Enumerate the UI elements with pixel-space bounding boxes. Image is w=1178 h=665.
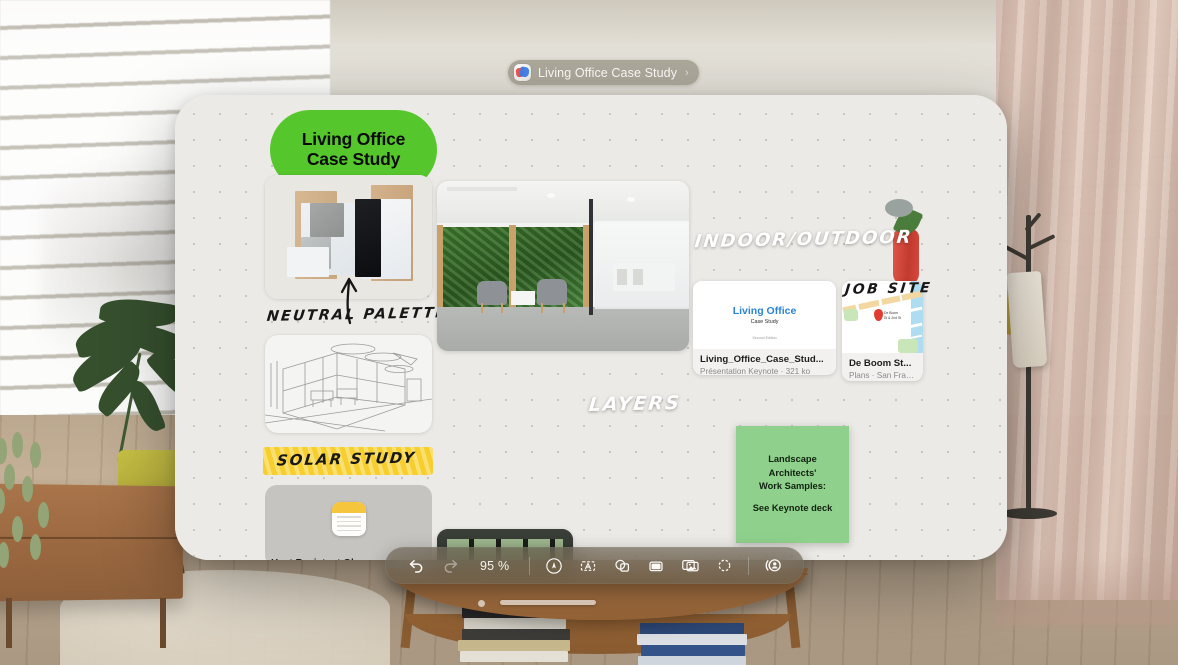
keynote-thumb-footer: Second Edition <box>752 336 777 340</box>
annotation-job-site[interactable]: JOB SITE <box>844 280 933 298</box>
notes-app-icon <box>331 502 366 537</box>
redo-button[interactable] <box>433 551 467 581</box>
annotation-layers[interactable]: LAYERS <box>588 392 682 416</box>
note-card-label: Heat Resistant Glass <box>271 558 371 560</box>
share-button[interactable] <box>756 551 790 581</box>
window-title: Living Office Case Study <box>538 65 678 80</box>
freeform-app-icon <box>514 64 531 81</box>
sticky-line-3: Work Samples: <box>759 481 826 491</box>
map-file-name: De Boom St... <box>849 358 912 369</box>
keynote-thumb-subtitle: Case Study <box>750 319 779 325</box>
text-box-icon <box>581 560 596 571</box>
undo-arrow-icon <box>409 559 422 573</box>
annotation-indoor-outdoor[interactable]: INDOOR/OUTDOOR <box>694 227 914 253</box>
window-resize-dot[interactable] <box>478 600 485 607</box>
keynote-thumbnail: Living Office Case Study Second Edition <box>693 281 836 349</box>
toolbar-divider <box>529 556 531 575</box>
annotation-neutral-palette[interactable]: NEUTRAL PALETTE <box>266 305 448 325</box>
board-canvas[interactable]: Living Office Case Study NEUTRAL PALETTE… <box>175 95 1007 560</box>
curtain-hem <box>996 555 1178 625</box>
media-tool[interactable] <box>673 551 707 581</box>
map-file-meta: Plans · San Fran... <box>849 371 916 380</box>
pen-in-circle-icon <box>546 557 563 574</box>
window-title-chip[interactable]: Living Office Case Study › <box>508 60 699 85</box>
xr-screen: Living Office Case Study › Living Office… <box>0 0 1178 665</box>
freeform-toolbar[interactable]: 95 % <box>385 547 805 584</box>
zoom-level-label[interactable]: 95 % <box>467 559 522 573</box>
freeform-window[interactable]: Living Office Case Study NEUTRAL PALETTE… <box>175 95 1007 560</box>
keynote-file-meta: Présentation Keynote · 321 ko <box>700 367 811 375</box>
annotation-solar-study[interactable]: SOLAR STUDY <box>276 449 417 470</box>
selection-tool[interactable] <box>707 551 741 581</box>
chevron-right-icon[interactable]: › <box>685 67 689 79</box>
redo-arrow-icon <box>444 559 457 573</box>
shape-tool[interactable] <box>605 551 639 581</box>
palm-frond <box>127 377 167 435</box>
pen-tool[interactable] <box>537 551 571 581</box>
map-pin-label: St & 2nd St <box>884 316 902 320</box>
window-resize-grabber[interactable] <box>500 600 596 605</box>
sticky-line-4: See Keynote deck <box>752 503 833 514</box>
sticky-note-tool[interactable] <box>639 551 673 581</box>
sticky-line-2: Architects' <box>768 467 817 478</box>
coat-rack-base <box>1001 508 1057 519</box>
living-wall-office-photo[interactable] <box>437 181 689 351</box>
map-pin-label: De Boom <box>884 311 899 315</box>
photo-stack-icon <box>681 559 699 572</box>
credenza-leg <box>6 598 12 648</box>
board-title-line-1: Living Office <box>301 129 406 150</box>
keynote-file-card[interactable]: Living Office Case Study Second Edition … <box>693 281 836 375</box>
dashed-circle-icon <box>718 559 731 572</box>
keynote-thumb-title: Living Office <box>732 305 797 317</box>
share-collaborate-icon <box>765 559 781 572</box>
keynote-file-name: Living_Office_Case_Stud... <box>700 354 824 365</box>
undo-button[interactable] <box>399 551 433 581</box>
sticky-note-landscape-samples[interactable]: Landscape Architects' Work Samples: See … <box>736 426 849 543</box>
trailing-plant <box>0 430 105 575</box>
sticky-line-1: Landscape <box>768 454 817 465</box>
text-tool[interactable] <box>571 551 605 581</box>
shapes-icon <box>615 559 630 572</box>
hanging-tote-bag <box>1006 270 1048 369</box>
board-title-line-2: Case Study <box>306 149 401 169</box>
sticky-note-icon <box>649 561 663 571</box>
credenza-leg <box>160 598 166 648</box>
architectural-sketch[interactable] <box>265 335 432 433</box>
toolbar-divider <box>748 556 750 575</box>
